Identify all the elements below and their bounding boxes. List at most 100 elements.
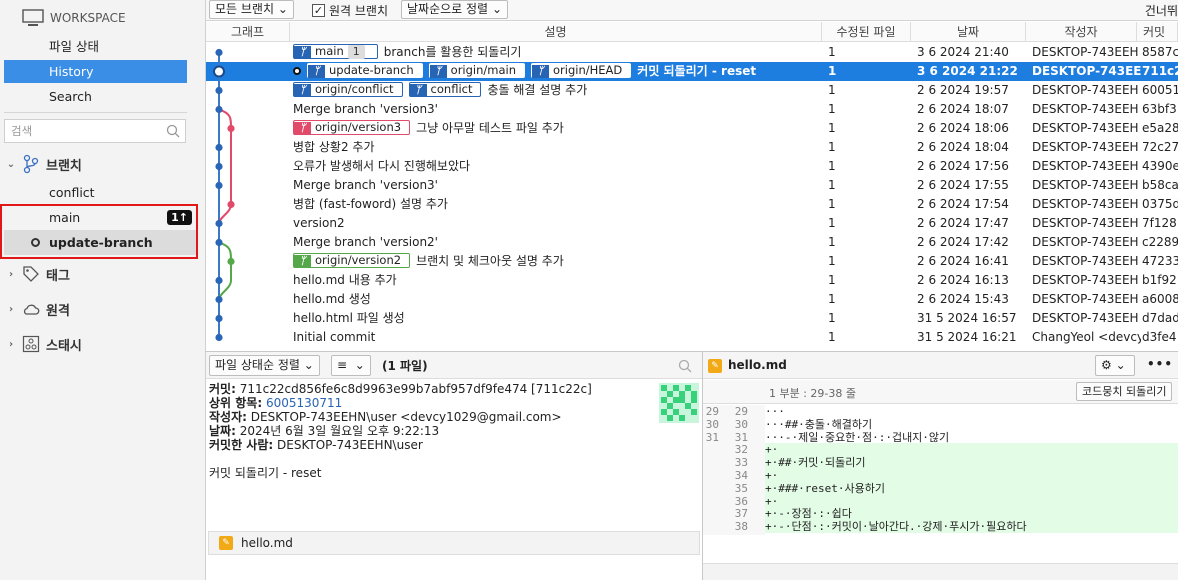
commit-message: 충돌 해결 설명 추가	[487, 83, 588, 97]
commit-row[interactable]: 오류가 발생해서 다시 진행해보았다 1 2 6 2024 17:56 DESKTOP…	[206, 157, 1178, 176]
remote-branches-toggle[interactable]: ✓ 원격 브랜치	[312, 2, 388, 19]
col-graph[interactable]: 그래프	[206, 22, 290, 42]
col-description[interactable]: 설명	[290, 22, 822, 42]
commit-hash: c2289	[1142, 235, 1178, 249]
more-options-icon[interactable]: •••	[1147, 357, 1173, 371]
commit-row[interactable]: ᛘ origin/conflict ᛘ conflict 충돌 해결 설명 추가 1 2 6…	[206, 81, 1178, 100]
tag-icon	[23, 266, 39, 282]
author-value: DESKTOP-743EEHN\user <devcy1029@gmail.co…	[250, 410, 562, 424]
branch-tag[interactable]: ᛘ origin/main	[428, 63, 526, 78]
commit-row[interactable]: hello.md 내용 추가 1 2 6 2024 16:13 DESKTOP-743…	[206, 271, 1178, 290]
diff-line-added: 33 +·##·커밋·되돌리기	[703, 456, 1178, 470]
chevron-down-icon: ⌄	[277, 2, 288, 16]
all-branches-dropdown[interactable]: 모든 브랜치 ⌄	[209, 0, 294, 19]
branch-tag[interactable]: ᛘ origin/version3	[293, 120, 411, 135]
file-count: (1 파일)	[382, 359, 428, 373]
col-author[interactable]: 작성자	[1026, 22, 1137, 42]
branch-tag[interactable]: ᛘ origin/HEAD	[531, 63, 632, 78]
changed-file-item[interactable]: ✎ hello.md	[208, 531, 700, 555]
commit-date: 2 6 2024 17:54	[917, 197, 1009, 211]
commit-author: DESKTOP-743EEH	[1032, 178, 1139, 192]
col-date[interactable]: 날짜	[911, 22, 1026, 42]
skip-label[interactable]: 건너뛰	[1145, 2, 1178, 19]
commit-details: 커밋: 711c22cd856fe6c8d9963e99b7abf957df9f…	[209, 382, 659, 480]
commit-row[interactable]: version2 1 2 6 2024 17:47 DESKTOP-743EEH 7f1…	[206, 214, 1178, 233]
commit-row[interactable]: ᛘ origin/version2 브랜치 및 체크아웃 설명 추가 1 2 6 202…	[206, 252, 1178, 271]
nav-search[interactable]: Search	[4, 85, 187, 108]
branch-tag[interactable]: ᛘ conflict	[408, 82, 482, 97]
stashes-group[interactable]: › 스태시	[6, 333, 82, 355]
ahead-count-badge: 1	[347, 45, 365, 59]
revert-hunk-button[interactable]: 코드뭉치 되돌리기	[1076, 382, 1173, 401]
commit-author: DESKTOP-743EEH	[1032, 197, 1139, 211]
branch-item-conflict[interactable]: conflict	[4, 180, 198, 205]
commit-description: Merge branch 'version2'	[293, 233, 823, 252]
commit-row[interactable]: Merge branch 'version3' 1 2 6 2024 17:55 DE…	[206, 176, 1178, 195]
workspace-header: WORKSPACE	[22, 8, 126, 28]
commit-message: 그냥 아무말 테스트 파일 추가	[416, 121, 564, 135]
commit-author: DESKTOP-743EEH	[1032, 64, 1141, 78]
commit-date: 2 6 2024 18:07	[917, 102, 1009, 116]
sidebar-search-input[interactable]: 검색	[4, 119, 186, 143]
commit-description: ᛘ origin/version2 브랜치 및 체크아웃 설명 추가	[293, 252, 823, 271]
commit-row[interactable]: ᛘ update-branch ᛘ origin/main ᛘ origin/HEAD 커밋…	[206, 62, 1178, 81]
nav-history[interactable]: History	[4, 60, 187, 83]
commit-date: 2 6 2024 17:55	[917, 178, 1009, 192]
commit-author: DESKTOP-743EEH	[1032, 140, 1139, 154]
commit-row[interactable]: Merge branch 'version3' 1 2 6 2024 18:07 DE…	[206, 100, 1178, 119]
diff-settings-dropdown[interactable]: ⚙ ⌄	[1095, 355, 1135, 376]
commit-row[interactable]: ᛘ origin/version3 그냥 아무말 테스트 파일 추가 1 2 6 202…	[206, 119, 1178, 138]
commit-message: 오류가 발생해서 다시 진행해보았다	[293, 159, 471, 173]
commit-files: 1	[828, 159, 836, 173]
remotes-label: 원격	[46, 303, 70, 319]
commit-row[interactable]: Merge branch 'version2' 1 2 6 2024 17:42 DE…	[206, 233, 1178, 252]
commit-description: version2	[293, 214, 823, 233]
graph-commit-node	[215, 219, 223, 228]
sort-dropdown[interactable]: 날짜순으로 정렬 ⌄	[401, 0, 508, 19]
tags-group[interactable]: › 태그	[6, 263, 70, 285]
col-commit[interactable]: 커밋	[1137, 22, 1178, 42]
commit-hash: 60051	[1142, 83, 1178, 97]
commit-row[interactable]: hello.md 생성 1 2 6 2024 15:43 DESKTOP-743EEH…	[206, 290, 1178, 309]
commit-files: 1	[828, 311, 836, 325]
commit-author: DESKTOP-743EEH	[1032, 273, 1139, 287]
new-line-number: 31	[734, 430, 748, 444]
commit-files: 1	[828, 216, 836, 230]
workspace-label: WORKSPACE	[50, 11, 126, 25]
file-sort-dropdown[interactable]: 파일 상태순 정렬 ⌄	[209, 355, 320, 376]
branch-tag[interactable]: ᛘ main 1	[293, 44, 378, 59]
commit-row[interactable]: 병합 (fast-foword) 설명 추가 1 2 6 2024 17:54 DES…	[206, 195, 1178, 214]
commit-date: 2 6 2024 19:57	[917, 83, 1009, 97]
committer-value: DESKTOP-743EEHN\user	[277, 438, 423, 452]
horizontal-scrollbar[interactable]	[703, 563, 1178, 580]
search-icon[interactable]	[678, 359, 692, 373]
branch-tag[interactable]: ᛘ origin/version2	[293, 253, 411, 268]
commit-hash: 72c27	[1142, 140, 1178, 154]
commit-files: 1	[828, 83, 836, 97]
branch-tag[interactable]: ᛘ update-branch	[307, 63, 423, 78]
commit-row[interactable]: hello.html 파일 생성 1 31 5 2024 16:57 DESKTOP-…	[206, 309, 1178, 328]
branch-icon: ᛘ	[294, 122, 311, 135]
branch-icon: ᛘ	[308, 65, 325, 78]
diff-line-text: +·-·단점·:·커밋이·날아간다.·강제·푸시가·필요하다	[765, 520, 1027, 534]
branch-icon: ᛘ	[429, 65, 447, 78]
history-toolbar: 모든 브랜치 ⌄ ✓ 원격 브랜치 날짜순으로 정렬 ⌄ 건너뛰	[206, 0, 1178, 21]
commit-row[interactable]: Initial commit 1 31 5 2024 16:21 ChangYeol …	[206, 328, 1178, 347]
commit-row[interactable]: 병합 상황2 추가 1 2 6 2024 18:04 DESKTOP-743EEH 72…	[206, 138, 1178, 157]
checkbox-checked-icon[interactable]: ✓	[312, 4, 325, 17]
graph-commit-node	[215, 333, 223, 342]
new-line-number: 30	[734, 417, 748, 431]
stashes-label: 스태시	[46, 338, 82, 354]
nav-file-status[interactable]: 파일 상태	[4, 35, 187, 58]
remotes-group[interactable]: › 원격	[6, 298, 70, 320]
commit-message: 병합 (fast-foword) 설명 추가	[293, 197, 448, 211]
branch-tag[interactable]: ᛘ origin/conflict	[293, 82, 403, 97]
commit-message: 브랜치 및 체크아웃 설명 추가	[416, 254, 564, 268]
branches-group[interactable]: ⌄ 브랜치	[6, 153, 82, 175]
commit-row[interactable]: ᛘ main 1 branch를 활용한 되돌리기 1 3 6 2024 21:40 DES…	[206, 43, 1178, 62]
col-files[interactable]: 수정된 파일	[822, 22, 911, 42]
commit-files: 1	[828, 197, 836, 211]
view-mode-dropdown[interactable]: ≡ ⌄	[331, 355, 371, 376]
commit-files: 1	[828, 235, 836, 249]
parent-link[interactable]: 6005130711	[266, 396, 342, 410]
